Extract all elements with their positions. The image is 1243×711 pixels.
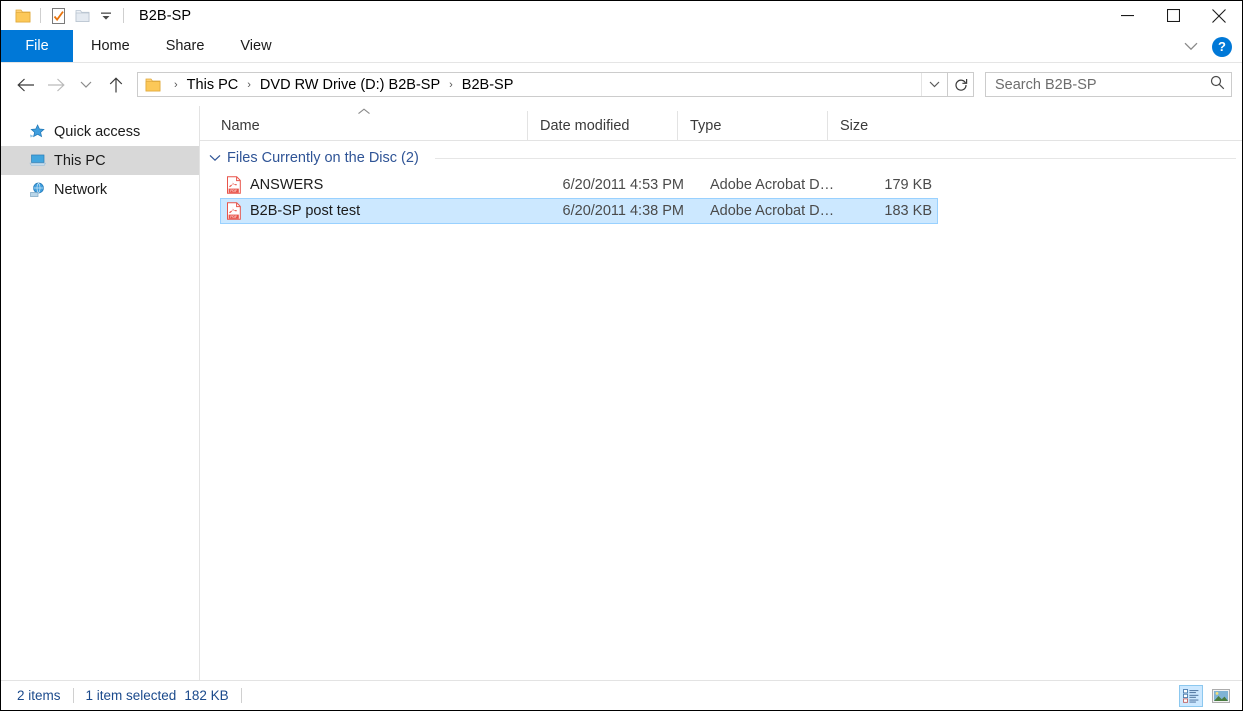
status-bar: 2 items 1 item selected 182 KB bbox=[1, 680, 1242, 710]
svg-text:PDF: PDF bbox=[230, 215, 237, 219]
sidebar-item-label: Quick access bbox=[54, 123, 141, 140]
selection-label: 1 item selected bbox=[85, 688, 177, 703]
pdf-file-icon: PDF bbox=[226, 176, 242, 194]
tab-home[interactable]: Home bbox=[73, 30, 148, 62]
main-body: Quick access This PC Network Name Date m… bbox=[1, 106, 1242, 680]
column-header-name[interactable]: Name bbox=[200, 108, 527, 140]
search-icon[interactable] bbox=[1210, 75, 1225, 95]
quick-access-toolbar bbox=[1, 1, 129, 30]
properties-icon[interactable] bbox=[46, 4, 70, 28]
tab-share[interactable]: Share bbox=[148, 30, 223, 62]
column-header-label: Name bbox=[221, 117, 260, 134]
new-folder-icon[interactable] bbox=[70, 4, 94, 28]
tab-file[interactable]: File bbox=[1, 30, 73, 62]
tab-view[interactable]: View bbox=[222, 30, 289, 62]
view-buttons bbox=[1179, 684, 1233, 707]
breadcrumb-item-this-pc[interactable]: This PC bbox=[185, 77, 241, 93]
column-header-label: Type bbox=[690, 117, 722, 134]
network-icon bbox=[29, 181, 46, 198]
qat-separator-2 bbox=[123, 8, 124, 23]
breadcrumb-item-b2b-sp[interactable]: B2B-SP bbox=[460, 77, 516, 93]
breadcrumb-separator[interactable]: › bbox=[167, 79, 185, 91]
item-count-label: 2 items bbox=[17, 688, 61, 703]
sidebar-item-network[interactable]: Network bbox=[1, 175, 199, 204]
large-icons-view-button[interactable] bbox=[1209, 685, 1233, 707]
sort-ascending-icon bbox=[357, 103, 370, 119]
maximize-button[interactable] bbox=[1150, 1, 1196, 30]
breadcrumb-separator[interactable]: › bbox=[442, 79, 460, 91]
up-button[interactable] bbox=[101, 70, 131, 100]
back-button[interactable] bbox=[11, 70, 41, 100]
ribbon-tab-bar: File Home Share View ? bbox=[1, 30, 1242, 63]
column-header-size[interactable]: Size bbox=[827, 111, 927, 140]
selection-size-label: 182 KB bbox=[184, 688, 229, 703]
file-name-label: ANSWERS bbox=[250, 177, 324, 193]
explorer-window: B2B-SP File Home Share View ? › This PC … bbox=[0, 0, 1243, 711]
column-header-type[interactable]: Type bbox=[677, 111, 827, 140]
address-bar: › This PC › DVD RW Drive (D:) B2B-SP › B… bbox=[1, 63, 1242, 106]
group-header-rule bbox=[434, 157, 1236, 159]
caption-buttons bbox=[1104, 1, 1242, 30]
status-separator bbox=[240, 688, 242, 703]
column-headers: Name Date modified Type Size bbox=[200, 106, 1242, 141]
group-header-files-on-disc[interactable]: Files Currently on the Disc (2) bbox=[200, 144, 1242, 172]
navigation-pane: Quick access This PC Network bbox=[1, 106, 200, 680]
column-header-label: Size bbox=[840, 117, 869, 134]
table-row[interactable]: PDF ANSWERS 6/20/2011 4:53 PM Adobe Acro… bbox=[220, 172, 938, 198]
file-list-pane: Name Date modified Type Size Files Curre… bbox=[200, 106, 1242, 680]
file-size-cell: 179 KB bbox=[884, 177, 932, 193]
chevron-down-icon[interactable] bbox=[1180, 36, 1202, 58]
customize-dropdown-icon[interactable] bbox=[94, 4, 118, 28]
sidebar-item-quick-access[interactable]: Quick access bbox=[1, 117, 199, 146]
sidebar-item-label: Network bbox=[54, 181, 108, 198]
sidebar-item-this-pc[interactable]: This PC bbox=[1, 146, 199, 175]
svg-text:PDF: PDF bbox=[230, 189, 237, 193]
breadcrumb[interactable]: › This PC › DVD RW Drive (D:) B2B-SP › B… bbox=[137, 72, 948, 97]
column-header-date-modified[interactable]: Date modified bbox=[527, 111, 677, 140]
file-type-cell: Adobe Acrobat D… bbox=[710, 177, 835, 193]
sidebar-item-label: This PC bbox=[54, 152, 106, 169]
star-icon bbox=[29, 123, 46, 140]
file-date-cell: 6/20/2011 4:53 PM bbox=[562, 177, 684, 193]
table-row[interactable]: PDF B2B-SP post test 6/20/2011 4:38 PM A… bbox=[220, 198, 938, 224]
status-separator bbox=[72, 688, 74, 703]
chevron-down-icon[interactable] bbox=[209, 150, 221, 166]
minimize-button[interactable] bbox=[1104, 1, 1150, 30]
close-button[interactable] bbox=[1196, 1, 1242, 30]
file-list: PDF ANSWERS 6/20/2011 4:53 PM Adobe Acro… bbox=[200, 172, 1242, 224]
computer-icon bbox=[29, 152, 46, 169]
qat-separator-1 bbox=[40, 8, 41, 23]
window-title: B2B-SP bbox=[139, 7, 192, 24]
recent-locations-button[interactable] bbox=[71, 70, 101, 100]
file-name-cell: PDF B2B-SP post test bbox=[221, 202, 548, 220]
file-type-cell: Adobe Acrobat D… bbox=[710, 203, 835, 219]
file-name-cell: PDF ANSWERS bbox=[221, 176, 548, 194]
refresh-button[interactable] bbox=[948, 72, 974, 97]
help-icon[interactable]: ? bbox=[1212, 36, 1232, 57]
breadcrumb-item-dvd-drive[interactable]: DVD RW Drive (D:) B2B-SP bbox=[258, 77, 442, 93]
ribbon-controls: ? bbox=[1180, 30, 1242, 63]
breadcrumb-dropdown-icon[interactable] bbox=[921, 73, 947, 96]
folder-icon[interactable] bbox=[11, 4, 35, 28]
breadcrumb-separator[interactable]: › bbox=[240, 79, 258, 91]
details-view-button[interactable] bbox=[1179, 684, 1203, 707]
column-header-label: Date modified bbox=[540, 117, 630, 134]
search-input[interactable] bbox=[995, 76, 1210, 93]
file-size-cell: 183 KB bbox=[884, 203, 932, 219]
forward-button[interactable] bbox=[41, 70, 71, 100]
pdf-file-icon: PDF bbox=[226, 202, 242, 220]
file-date-cell: 6/20/2011 4:38 PM bbox=[562, 203, 684, 219]
file-name-label: B2B-SP post test bbox=[250, 203, 361, 219]
breadcrumb-folder-icon[interactable] bbox=[138, 78, 167, 92]
search-box[interactable] bbox=[985, 72, 1232, 97]
group-header-label: Files Currently on the Disc (2) bbox=[227, 150, 419, 166]
title-bar: B2B-SP bbox=[1, 1, 1242, 30]
